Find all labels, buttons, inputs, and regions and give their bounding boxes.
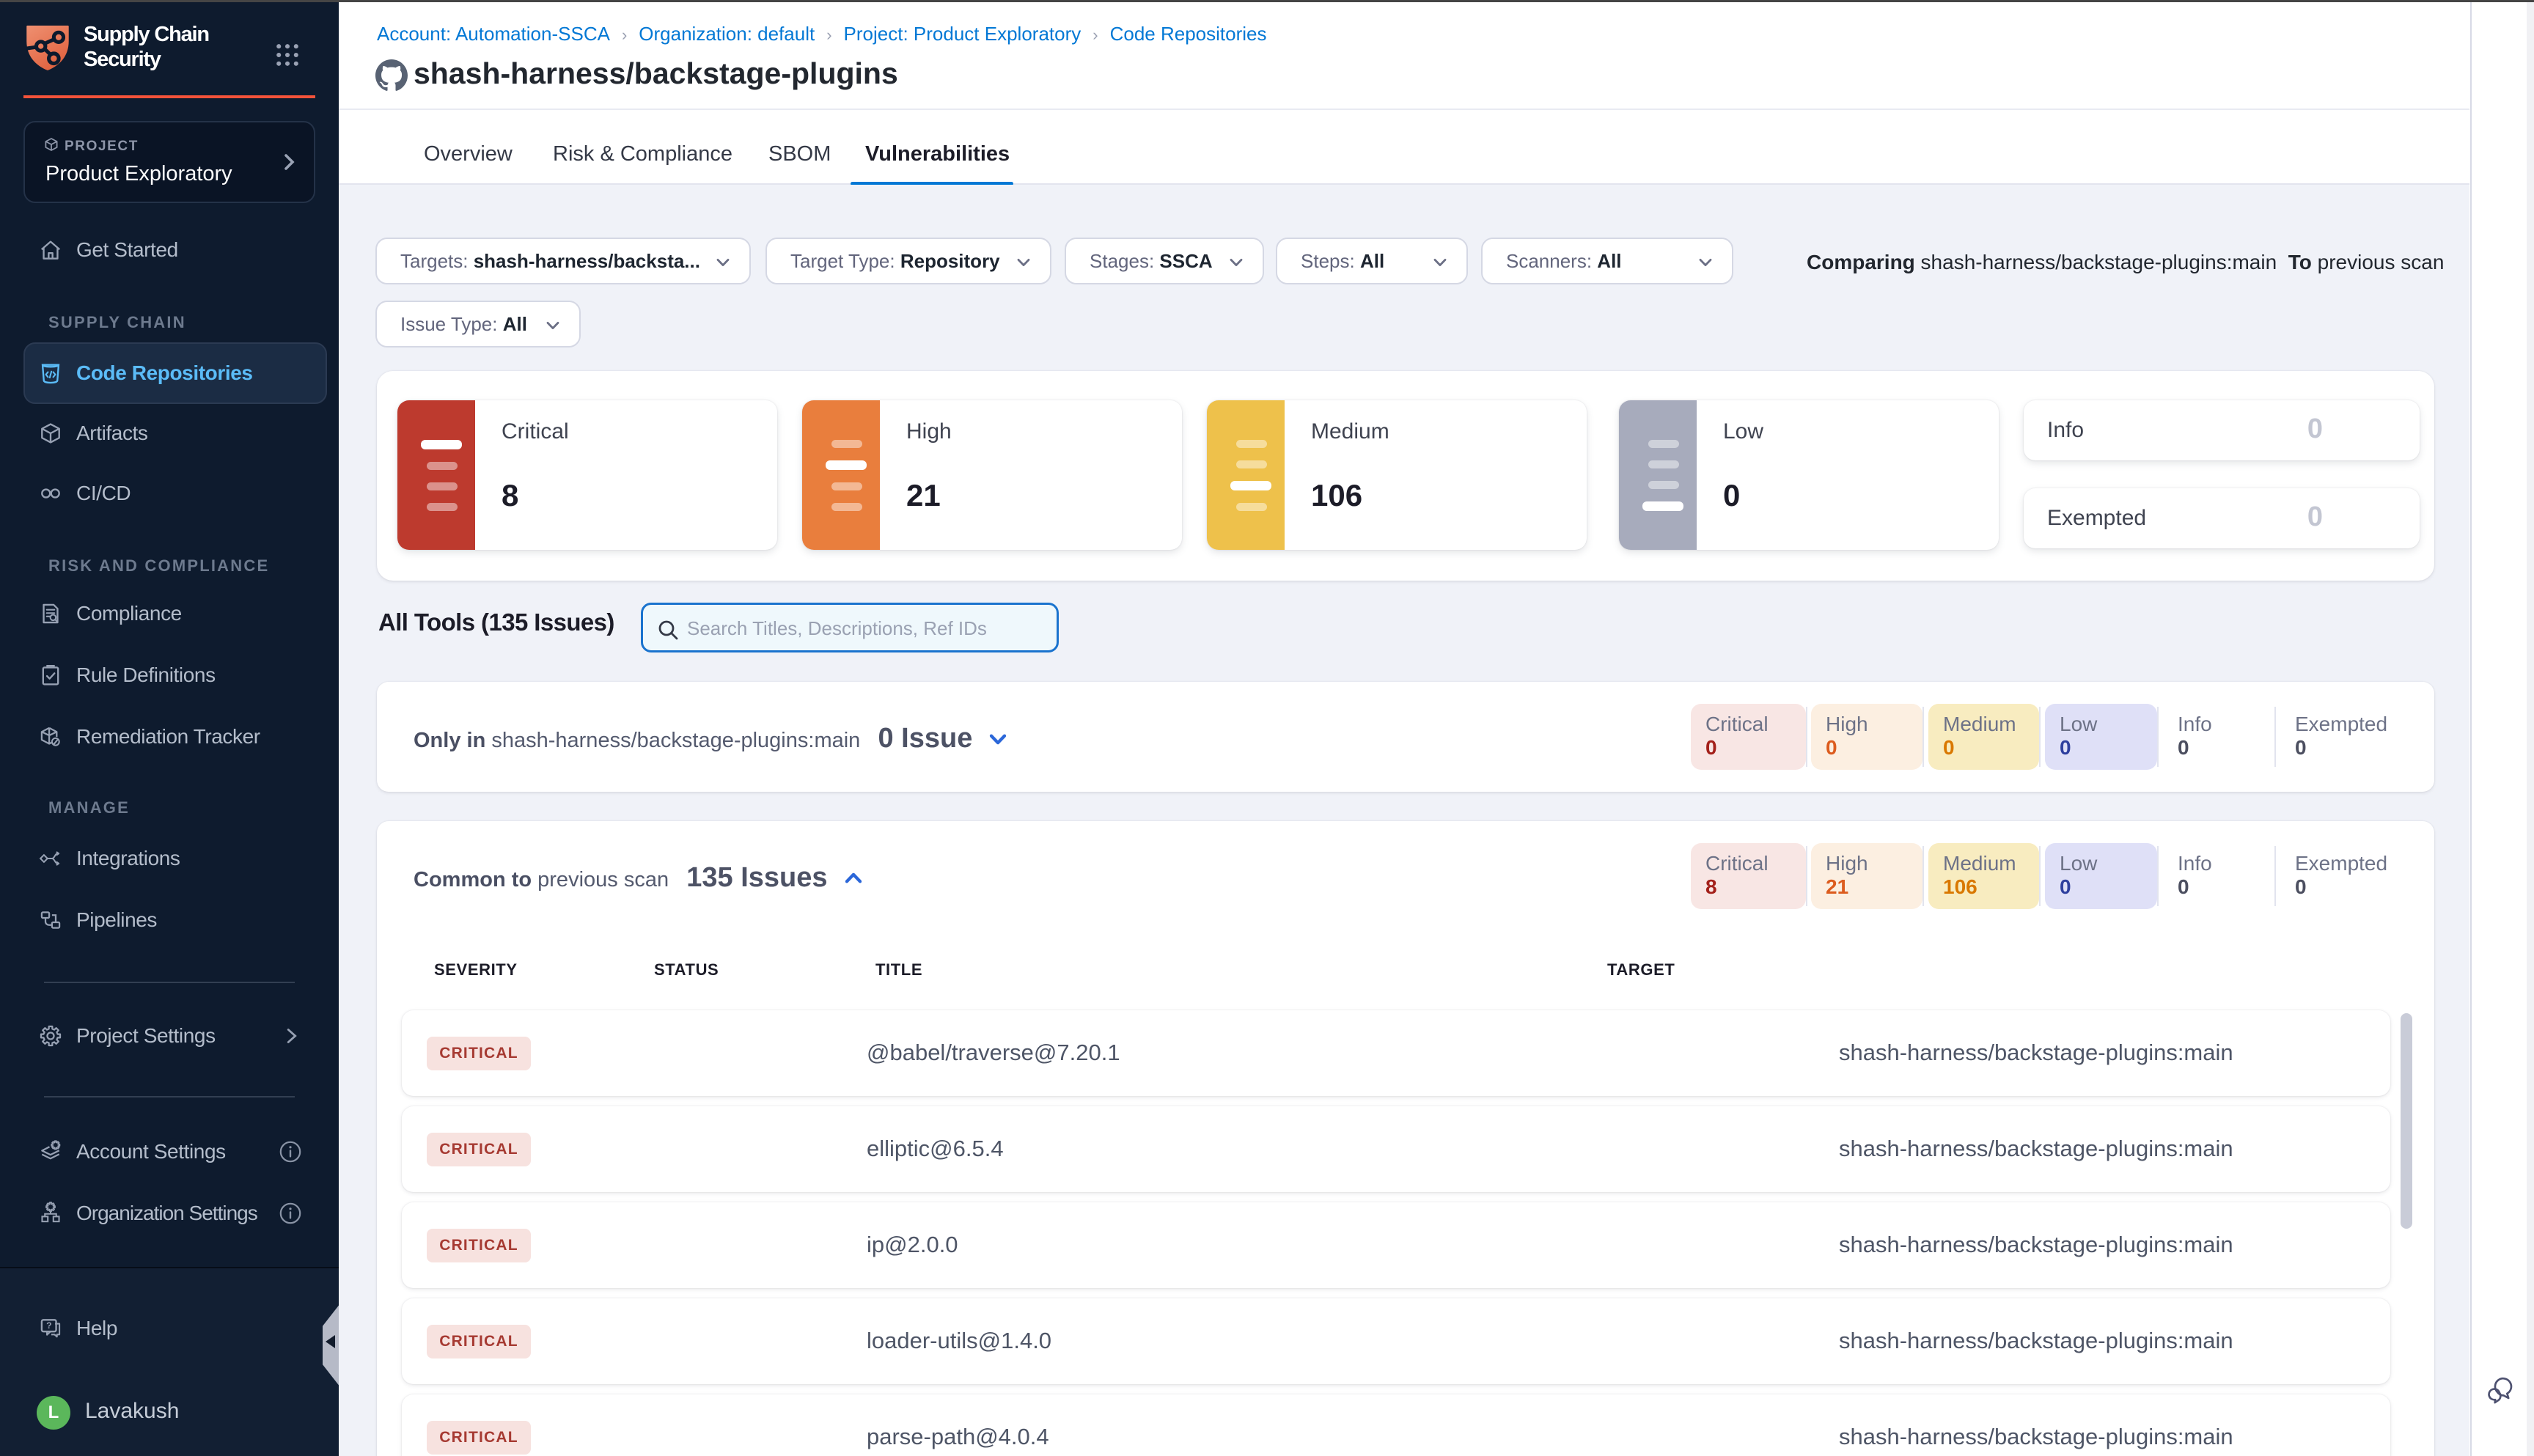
svg-text:?: ? [46, 1320, 51, 1331]
